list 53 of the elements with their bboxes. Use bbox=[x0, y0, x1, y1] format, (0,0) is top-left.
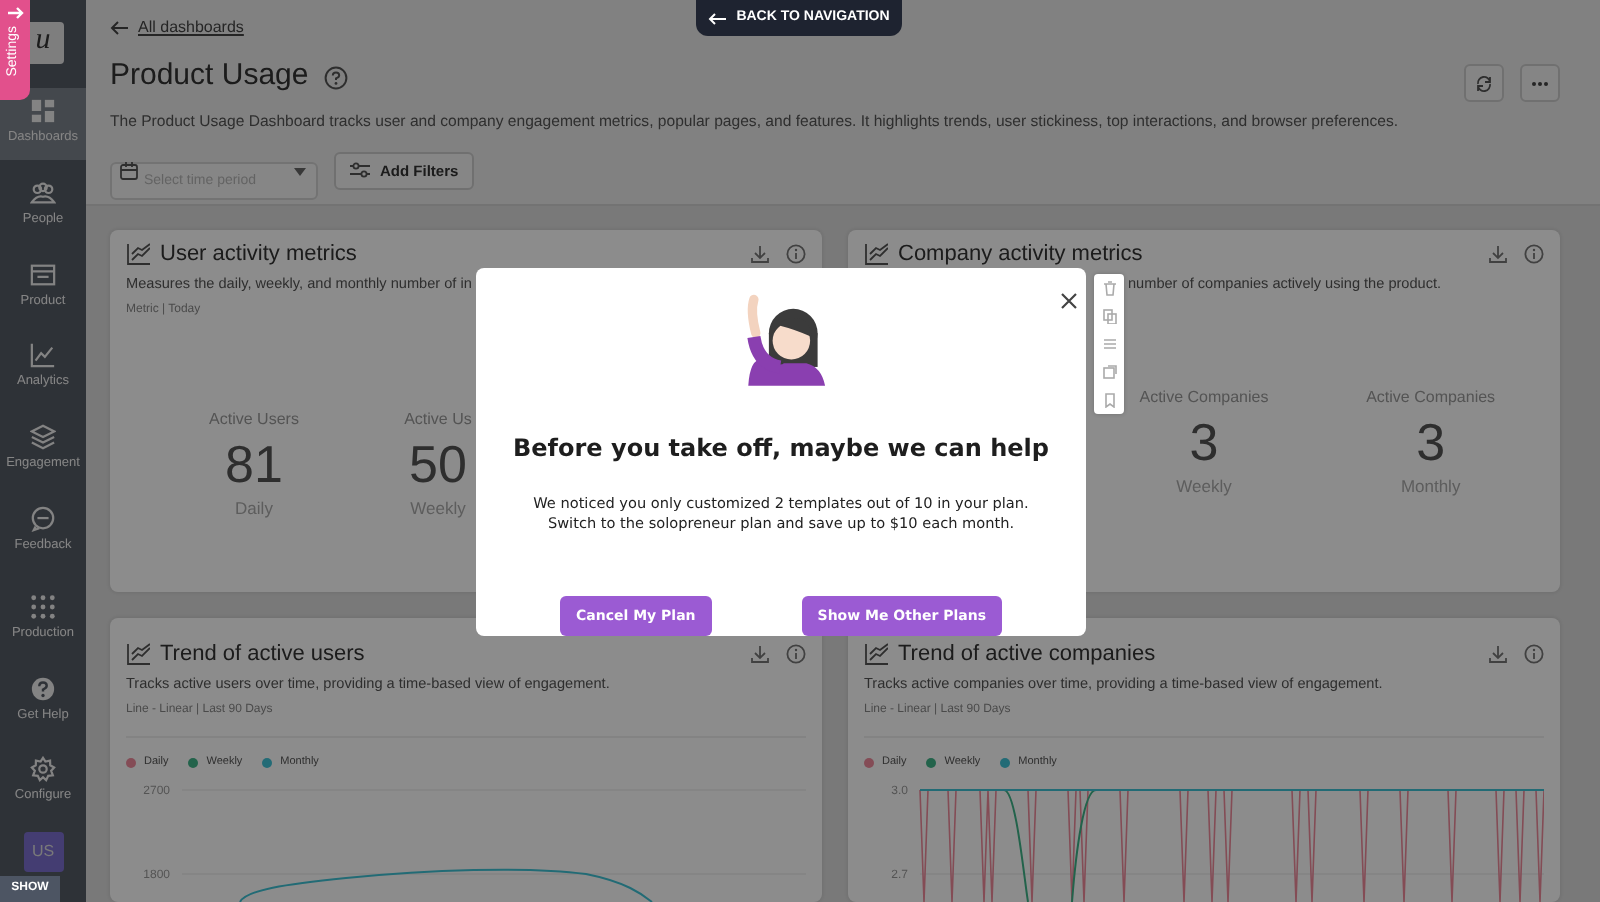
card-title: Company activity metrics bbox=[898, 241, 1143, 266]
line-chart-icon bbox=[864, 641, 888, 666]
list-icon[interactable] bbox=[1101, 336, 1117, 352]
line-chart-icon bbox=[864, 241, 888, 266]
back-arrow-icon bbox=[708, 11, 727, 25]
stat-value: 81 bbox=[225, 435, 283, 493]
more-button[interactable] bbox=[1520, 64, 1560, 102]
dashboard-grid-icon bbox=[30, 98, 56, 124]
refresh-button[interactable] bbox=[1464, 64, 1504, 102]
analytics-chart-icon bbox=[30, 342, 56, 369]
stat-label: Active Companies bbox=[1139, 385, 1269, 410]
stat-label: Active Users bbox=[209, 407, 299, 432]
people-icon bbox=[30, 179, 56, 206]
settings-icon bbox=[30, 756, 56, 783]
filter-sliders-icon bbox=[350, 162, 370, 179]
help-icon bbox=[324, 65, 349, 89]
bookmark-icon[interactable] bbox=[1101, 392, 1117, 408]
product-window-icon bbox=[30, 261, 56, 287]
download-icon[interactable] bbox=[750, 643, 770, 664]
more-icon bbox=[1530, 79, 1550, 87]
download-icon[interactable] bbox=[1488, 643, 1508, 664]
close-icon bbox=[1060, 292, 1078, 311]
stat-value: 3 bbox=[1416, 413, 1446, 471]
back-arrow-icon bbox=[110, 20, 130, 36]
stat-label: Active Us bbox=[404, 407, 472, 432]
trash-icon[interactable] bbox=[1101, 280, 1117, 296]
info-icon[interactable] bbox=[1524, 243, 1544, 264]
download-icon[interactable] bbox=[750, 243, 770, 264]
caret-icon bbox=[294, 167, 306, 176]
info-icon[interactable] bbox=[786, 243, 806, 264]
modal-title: Before you take off, maybe we can help bbox=[513, 431, 1049, 466]
user-avatar[interactable]: US bbox=[23, 832, 63, 872]
card-title: User activity metrics bbox=[160, 241, 357, 266]
duplicate-icon[interactable] bbox=[1101, 364, 1117, 380]
page-title: Product Usage bbox=[110, 56, 309, 97]
chat-bubble-icon bbox=[30, 505, 56, 532]
help-icon bbox=[30, 675, 56, 701]
card-title: Trend of active users bbox=[160, 641, 365, 666]
line-chart-icon bbox=[126, 241, 150, 266]
stat-value: 50 bbox=[409, 435, 467, 493]
info-icon[interactable] bbox=[1524, 643, 1544, 664]
copy-icon[interactable] bbox=[1101, 308, 1117, 324]
apps-grid-icon bbox=[30, 593, 56, 620]
info-icon[interactable] bbox=[786, 643, 806, 664]
refresh-icon bbox=[1474, 73, 1494, 93]
stat-label: Active Companies bbox=[1366, 385, 1496, 410]
download-icon[interactable] bbox=[1488, 243, 1508, 264]
layers-icon bbox=[30, 424, 56, 450]
card-title: Trend of active companies bbox=[898, 641, 1156, 666]
stat-value: 3 bbox=[1189, 413, 1219, 471]
arrow-right-icon bbox=[7, 6, 23, 20]
calendar-icon bbox=[120, 161, 138, 180]
line-chart-icon bbox=[126, 641, 150, 666]
